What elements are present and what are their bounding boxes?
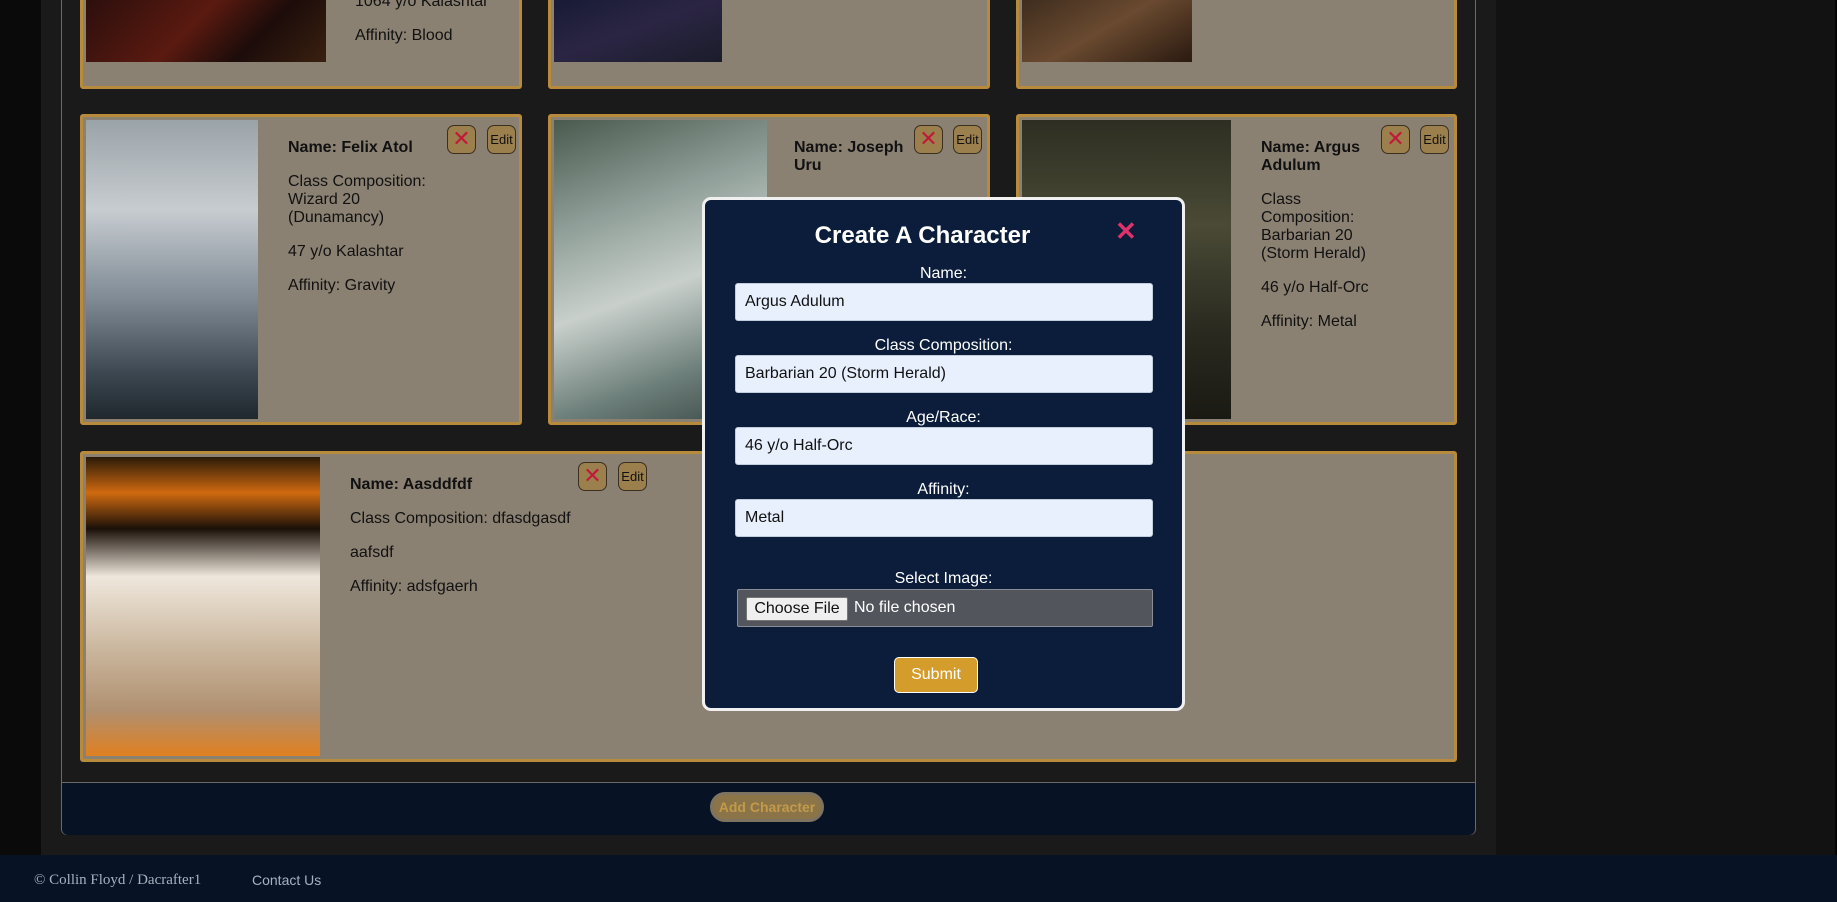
class-composition-field[interactable]	[735, 355, 1153, 393]
site-footer: © Collin Floyd / Dacrafter1 Contact Us	[0, 855, 1837, 902]
character-name: Name: Joseph Uru	[794, 139, 904, 174]
name-label: Name:	[919, 265, 968, 282]
character-portrait	[86, 120, 258, 419]
affinity-label: Affinity:	[917, 481, 970, 498]
right-margin	[1496, 0, 1837, 855]
character-card	[1016, 0, 1457, 89]
character-affinity: Affinity: Metal	[1261, 313, 1357, 330]
class-composition-label: Class Composition:	[874, 337, 1013, 354]
character-portrait	[86, 0, 326, 62]
character-portrait	[86, 457, 320, 756]
character-age-race: aafsdf	[350, 544, 394, 561]
name-field[interactable]	[735, 283, 1153, 321]
choose-file-button[interactable]: Choose File	[746, 597, 848, 621]
delete-button[interactable]: ✕	[578, 462, 607, 491]
character-class: Class Composition: Barbarian 20 (Storm H…	[1261, 191, 1366, 262]
delete-button[interactable]: ✕	[1381, 125, 1410, 154]
age-race-label: Age/Race:	[906, 409, 981, 426]
character-portrait	[1022, 0, 1192, 62]
edit-button[interactable]: Edit	[487, 125, 516, 154]
delete-button[interactable]: ✕	[447, 125, 476, 154]
file-status: No file chosen	[854, 599, 956, 616]
character-age-race: 47 y/o Kalashtar	[288, 243, 404, 260]
modal-title: Create A Character	[814, 222, 1031, 249]
left-margin	[0, 0, 41, 855]
image-file-input[interactable]: Choose File No file chosen	[737, 589, 1153, 627]
affinity-field[interactable]	[735, 499, 1153, 537]
character-affinity: Affinity: Blood	[355, 27, 453, 44]
contact-link[interactable]: Contact Us	[252, 872, 321, 888]
character-age-race: 46 y/o Half-Orc	[1261, 279, 1369, 296]
character-portrait	[554, 0, 722, 62]
close-icon[interactable]: ✕	[1115, 216, 1137, 247]
character-age-race: 1064 y/o Kalashtar	[355, 0, 489, 10]
submit-button[interactable]: Submit	[894, 657, 978, 693]
age-race-field[interactable]	[735, 427, 1153, 465]
select-image-label: Select Image:	[894, 570, 993, 587]
copyright-text: © Collin Floyd / Dacrafter1	[34, 872, 202, 888]
character-card: 1064 y/o Kalashtar Affinity: Blood	[80, 0, 522, 89]
character-card: Name: Felix Atol Class Composition: Wiza…	[80, 114, 522, 425]
character-affinity: Affinity: Gravity	[288, 277, 396, 294]
delete-button[interactable]: ✕	[914, 125, 943, 154]
character-name: Name: Argus Adulum	[1261, 139, 1360, 174]
character-class: Class Composition: dfasdgasdf	[350, 510, 571, 527]
character-affinity: Affinity: adsfgaerh	[350, 578, 478, 595]
edit-button[interactable]: Edit	[1420, 125, 1449, 154]
character-class: Class Composition: Wizard 20 (Dunamancy)	[288, 173, 426, 226]
edit-button[interactable]: Edit	[618, 462, 647, 491]
character-card	[548, 0, 990, 89]
character-name: Name: Felix Atol	[288, 139, 413, 156]
create-character-modal: Create A Character ✕ Name: Class Composi…	[702, 197, 1185, 711]
add-character-button[interactable]: Add Character	[710, 792, 824, 822]
edit-button[interactable]: Edit	[953, 125, 982, 154]
